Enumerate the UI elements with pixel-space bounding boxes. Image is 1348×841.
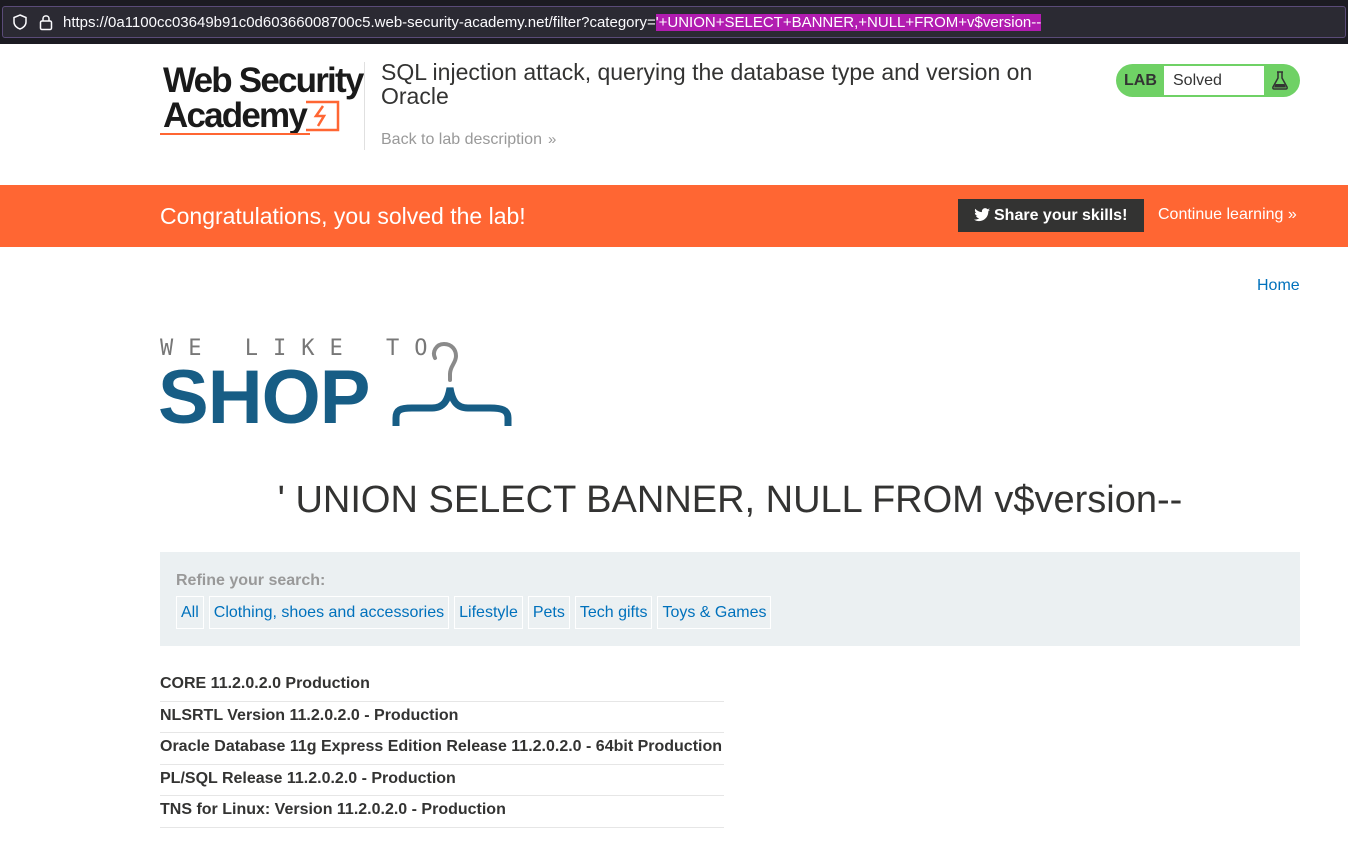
refine-search-label: Refine your search: — [176, 572, 326, 589]
filter-clothing[interactable]: Clothing, shoes and accessories — [208, 596, 450, 629]
table-row: Oracle Database 11g Express Edition Rele… — [160, 733, 724, 765]
lab-title: SQL injection attack, querying the datab… — [381, 59, 1033, 109]
lab-badge: LAB — [1124, 72, 1157, 89]
table-row: NLSRTL Version 11.2.0.2.0 - Production — [160, 702, 724, 733]
url-selected-text: '+UNION+SELECT+BANNER,+NULL+FROM+v$versi… — [655, 14, 1042, 31]
shop-logo-word: SHOP — [158, 355, 370, 440]
url-text[interactable]: https://0a1100cc03649b91c0d60366008700c5… — [63, 14, 1042, 31]
solved-notification: Congratulations, you solved the lab! Sha… — [0, 185, 1348, 247]
flask-icon — [1272, 71, 1288, 90]
back-link-label[interactable]: Back to lab description — [381, 131, 542, 148]
lab-status-widget: LAB Solved — [1116, 64, 1300, 97]
filter-toys-games[interactable]: Toys & Games — [657, 596, 772, 629]
table-row: CORE 11.2.0.2.0 Production — [160, 670, 724, 702]
filter-all[interactable]: All — [176, 596, 204, 629]
twitter-icon — [974, 208, 990, 222]
logo-line2: Academy — [163, 96, 308, 135]
shield-icon[interactable] — [12, 14, 28, 30]
logo-line1: Web Security — [163, 62, 365, 100]
header-divider — [364, 62, 365, 150]
lab-status-text: Solved — [1164, 66, 1264, 95]
academy-header: Web Security Academy SQL injection attac… — [0, 44, 1348, 185]
table-row: PL/SQL Release 11.2.0.2.0 - Production — [160, 765, 724, 796]
back-to-lab-link[interactable]: Back to lab description » — [381, 131, 556, 149]
congratulations-message: Congratulations, you solved the lab! — [160, 203, 526, 229]
filter-lifestyle[interactable]: Lifestyle — [454, 596, 523, 629]
lock-icon[interactable] — [38, 13, 54, 31]
share-skills-button[interactable]: Share your skills! — [958, 199, 1144, 232]
table-row: TNS for Linux: Version 11.2.0.2.0 - Prod… — [160, 796, 724, 828]
share-skills-label: Share your skills! — [994, 207, 1128, 224]
continue-learning-label[interactable]: Continue learning — [1158, 206, 1283, 223]
category-heading: ' UNION SELECT BANNER, NULL FROM v$versi… — [277, 479, 1183, 521]
filter-tech-gifts[interactable]: Tech gifts — [574, 596, 653, 629]
url-prefix: https://0a1100cc03649b91c0d60366008700c5… — [63, 14, 656, 31]
hanger-icon — [392, 341, 512, 426]
browser-toolbar: https://0a1100cc03649b91c0d60366008700c5… — [0, 0, 1348, 44]
continue-learning-link[interactable]: Continue learning » — [1158, 206, 1297, 224]
results-table: CORE 11.2.0.2.0 Production NLSRTL Versio… — [160, 670, 724, 828]
home-link[interactable]: Home — [1257, 277, 1300, 295]
double-chevron-right-icon: » — [1287, 206, 1297, 223]
filter-panel: Refine your search: All Clothing, shoes … — [160, 552, 1300, 646]
filter-pets[interactable]: Pets — [527, 596, 570, 629]
web-security-academy-logo[interactable]: Web Security Academy — [160, 62, 365, 142]
category-filters: All Clothing, shoes and accessories Life… — [176, 596, 772, 629]
address-bar[interactable]: https://0a1100cc03649b91c0d60366008700c5… — [2, 6, 1346, 38]
double-chevron-right-icon: » — [547, 131, 557, 148]
